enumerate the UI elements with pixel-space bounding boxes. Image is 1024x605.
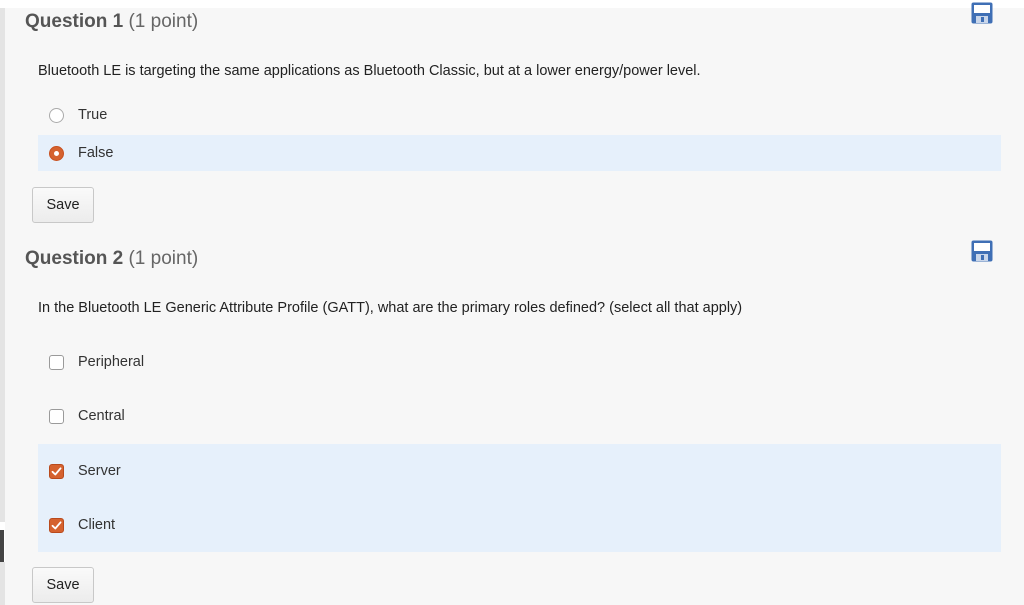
choice-central[interactable]: Central <box>38 398 1001 434</box>
choice-peripheral[interactable]: Peripheral <box>38 344 1001 380</box>
save-button-q2[interactable]: Save <box>32 567 94 603</box>
question-2-title: Question 2 <box>25 248 124 269</box>
choice-false[interactable]: False <box>38 135 1001 171</box>
choice-label-client: Client <box>78 517 116 533</box>
left-rail-handle <box>0 530 4 562</box>
radio-true[interactable] <box>49 107 64 123</box>
checkmark-icon <box>51 520 62 529</box>
save-icon[interactable] <box>971 240 993 262</box>
choice-label-false: False <box>78 145 114 161</box>
checkbox-server[interactable] <box>49 463 64 479</box>
checkbox-client[interactable] <box>49 517 64 533</box>
question-1-title: Question 1 <box>25 11 124 32</box>
choice-server[interactable]: Server <box>38 444 1001 498</box>
choice-true[interactable]: True <box>38 97 1001 133</box>
quiz-content: Question 1 (1 point) Bluetooth LE is tar… <box>5 2 1024 605</box>
choice-label-peripheral: Peripheral <box>78 354 145 370</box>
question-1-heading: Question 1 (1 point) <box>25 11 198 33</box>
question-1-points: (1 point) <box>128 11 199 32</box>
checkbox-central[interactable] <box>49 408 64 424</box>
question-1-prompt: Bluetooth LE is targeting the same appli… <box>38 63 701 79</box>
quiz-page: Question 1 (1 point) Bluetooth LE is tar… <box>0 0 1024 605</box>
choice-label-server: Server <box>78 463 121 479</box>
choice-client[interactable]: Client <box>38 498 1001 552</box>
question-2-heading: Question 2 (1 point) <box>25 248 198 270</box>
choice-label-central: Central <box>78 408 125 424</box>
question-2-points: (1 point) <box>128 248 199 269</box>
checkbox-peripheral[interactable] <box>49 354 64 370</box>
save-icon[interactable] <box>971 2 993 24</box>
choice-label-true: True <box>78 107 108 123</box>
radio-false[interactable] <box>49 145 64 161</box>
question-2-prompt: In the Bluetooth LE Generic Attribute Pr… <box>38 300 743 316</box>
checkmark-icon <box>51 466 62 475</box>
save-button-q1[interactable]: Save <box>32 187 94 223</box>
